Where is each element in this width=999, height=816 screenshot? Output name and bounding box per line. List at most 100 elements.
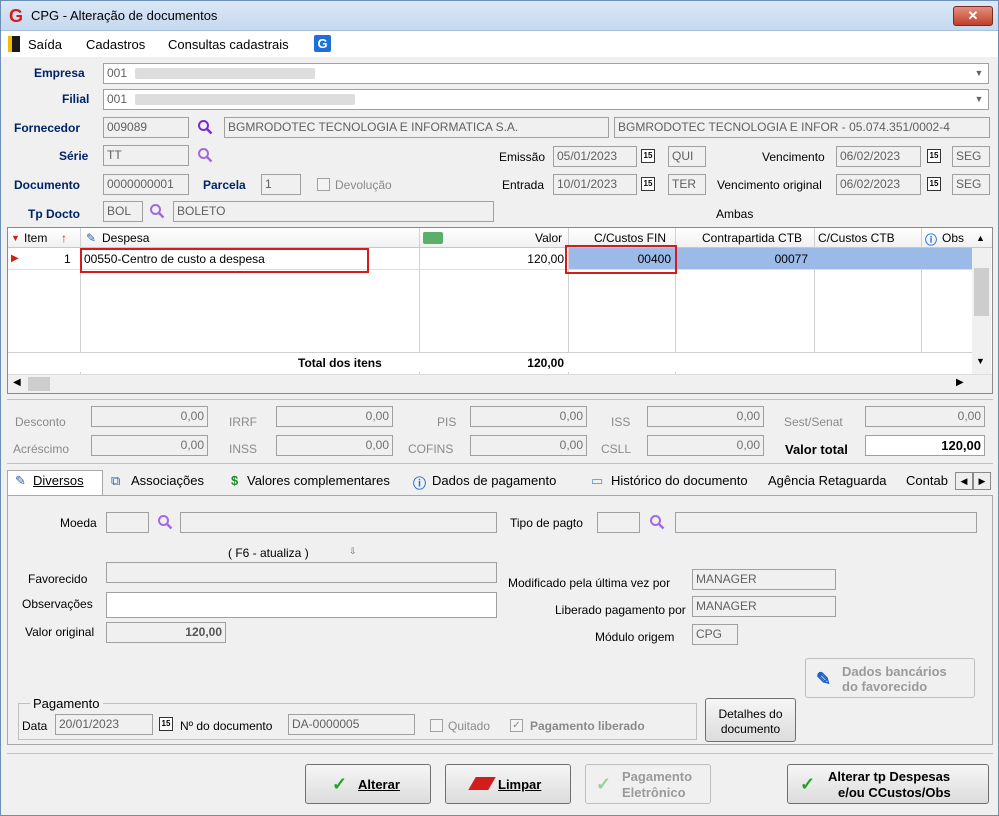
- filial-value: 001: [107, 92, 128, 106]
- search-icon[interactable]: [197, 119, 213, 135]
- app-logo-icon: G: [9, 6, 24, 26]
- horizontal-scrollbar[interactable]: ◀ ▶: [8, 374, 992, 393]
- exit-door-icon: [8, 36, 20, 52]
- tab-agencia[interactable]: Agência Retaguarda: [768, 473, 887, 488]
- chevron-down-icon[interactable]: ▼: [971, 91, 987, 108]
- calendar-icon[interactable]: 15: [159, 717, 173, 731]
- search-icon[interactable]: [149, 203, 165, 219]
- tab-diversos[interactable]: Diversos: [33, 473, 84, 488]
- tab-contab[interactable]: Contab: [906, 473, 948, 488]
- scroll-down-icon[interactable]: ▼: [976, 356, 985, 366]
- col-despesa[interactable]: Despesa: [102, 231, 149, 245]
- grid-footer: Total dos itens 120,00: [8, 352, 972, 372]
- eraser-icon: [468, 777, 496, 790]
- menu-bar: Saída Cadastros Consultas cadastrais G: [1, 31, 998, 57]
- menu-saida[interactable]: Saída: [28, 37, 62, 52]
- observacoes-input[interactable]: [106, 592, 497, 618]
- nro-doc-label: Nº do documento: [180, 719, 273, 733]
- calendar-icon[interactable]: 15: [927, 149, 941, 163]
- csll-field: 0,00: [647, 435, 764, 456]
- col-contrapartida[interactable]: Contrapartida CTB: [702, 231, 802, 245]
- tab-dados-pagamento[interactable]: Dados de pagamento: [432, 473, 556, 488]
- scroll-thumb[interactable]: [974, 268, 989, 316]
- calendar-icon[interactable]: 15: [641, 177, 655, 191]
- tab-historico[interactable]: Histórico do documento: [611, 473, 748, 488]
- scroll-up-icon[interactable]: ▲: [976, 233, 985, 243]
- vencimento-date-field[interactable]: 06/02/2023: [836, 146, 921, 167]
- pagamento-group-label: Pagamento: [30, 696, 103, 711]
- cell-valor[interactable]: 120,00: [488, 252, 564, 266]
- close-button[interactable]: ✕: [953, 6, 993, 26]
- col-ccustos-fin[interactable]: C/Custos FIN: [594, 231, 666, 245]
- valor-original-field: 120,00: [106, 622, 226, 643]
- tab-valores-complementares[interactable]: Valores complementares: [247, 473, 390, 488]
- col-item[interactable]: Item: [24, 231, 47, 245]
- dados-bancarios-button[interactable]: ✎ Dados bancários do favorecido: [805, 658, 975, 698]
- search-icon[interactable]: [197, 147, 213, 163]
- moeda-code-field[interactable]: [106, 512, 149, 533]
- associations-icon: ⧉: [111, 473, 121, 488]
- fornecedor-label: Fornecedor: [14, 121, 81, 135]
- data-pagamento-field[interactable]: 20/01/2023: [55, 714, 153, 735]
- alterar-label: Alterar: [358, 777, 400, 792]
- vertical-scrollbar[interactable]: ▼: [972, 248, 991, 374]
- emissao-date-field[interactable]: 05/01/2023: [553, 146, 637, 167]
- detalhes-documento-button[interactable]: Detalhes do documento: [705, 698, 796, 742]
- devolucao-checkbox[interactable]: [317, 178, 330, 191]
- search-icon[interactable]: [649, 514, 665, 530]
- f6-hint: ( F6 - atualiza ): [228, 546, 309, 560]
- entrada-date-field[interactable]: 10/01/2023: [553, 174, 637, 195]
- venc-original-label: Vencimento original: [717, 178, 822, 192]
- liberado-label: Liberado pagamento por: [555, 603, 686, 617]
- parcela-label: Parcela: [203, 178, 246, 192]
- cell-contrapartida[interactable]: 00077: [748, 252, 808, 266]
- search-icon[interactable]: [157, 514, 173, 530]
- tab-associacoes[interactable]: Associações: [131, 473, 204, 488]
- quitado-label: Quitado: [448, 719, 491, 733]
- sest-field: 0,00: [865, 406, 985, 427]
- serie-field[interactable]: TT: [103, 145, 189, 166]
- scroll-right-icon[interactable]: ▶: [956, 377, 964, 388]
- venc-original-date-field[interactable]: 06/02/2023: [836, 174, 921, 195]
- tipo-pagto-code-field[interactable]: [597, 512, 640, 533]
- grid-header: ▼ Item ↑ ✎ Despesa Valor C/Custos FIN Co…: [8, 228, 992, 248]
- irrf-label: IRRF: [229, 415, 257, 429]
- menu-cadastros[interactable]: Cadastros: [86, 37, 145, 52]
- limpar-button[interactable]: Limpar: [445, 764, 571, 804]
- pagamento-liberado-checkbox[interactable]: ✓: [510, 719, 523, 732]
- sort-asc-icon: ↑: [61, 231, 67, 245]
- total-items-value: 120,00: [527, 356, 564, 370]
- csll-label: CSLL: [601, 442, 632, 456]
- filial-combo[interactable]: 001 ▼: [103, 89, 989, 110]
- chevron-down-icon[interactable]: ▼: [971, 65, 987, 82]
- app-g-icon[interactable]: G: [314, 35, 331, 52]
- col-valor[interactable]: Valor: [535, 231, 562, 245]
- row-pointer-icon: ▶: [11, 253, 19, 264]
- parcela-field[interactable]: 1: [261, 174, 301, 195]
- fornecedor-code-field[interactable]: 009089: [103, 117, 189, 138]
- detalhes-l1: Detalhes do: [718, 707, 783, 721]
- tab-scroll-left-icon[interactable]: ◀: [955, 472, 973, 490]
- alterar-button[interactable]: ✓ Alterar: [305, 764, 431, 804]
- pagamento-eletronico-button[interactable]: ✓ Pagamento Eletrônico: [585, 764, 711, 804]
- modulo-field: CPG: [692, 624, 738, 645]
- calendar-icon[interactable]: 15: [927, 177, 941, 191]
- cofins-field: 0,00: [470, 435, 587, 456]
- alterar-tp-despesas-button[interactable]: ✓ Alterar tp Despesas e/ou CCustos/Obs: [787, 764, 989, 804]
- pagamento-liberado-label: Pagamento liberado: [530, 719, 645, 733]
- scroll-left-icon[interactable]: ◀: [13, 377, 21, 388]
- venc-original-day-field: SEG: [952, 174, 990, 195]
- observacoes-label: Observações: [22, 597, 93, 611]
- nro-doc-field: DA-0000005: [288, 714, 415, 735]
- empresa-combo[interactable]: 001 ▼: [103, 63, 989, 84]
- tpdocto-code-field[interactable]: BOL: [103, 201, 143, 222]
- scroll-thumb[interactable]: [28, 377, 50, 391]
- calendar-icon[interactable]: 15: [641, 149, 655, 163]
- tab-scroll-right-icon[interactable]: ▶: [973, 472, 991, 490]
- menu-consultas[interactable]: Consultas cadastrais: [168, 37, 289, 52]
- col-obs[interactable]: Obs: [942, 231, 964, 245]
- quitado-checkbox[interactable]: [430, 719, 443, 732]
- cofins-label: COFINS: [408, 442, 454, 456]
- col-ccustos-ctb[interactable]: C/Custos CTB: [818, 231, 895, 245]
- documento-field[interactable]: 0000000001: [103, 174, 189, 195]
